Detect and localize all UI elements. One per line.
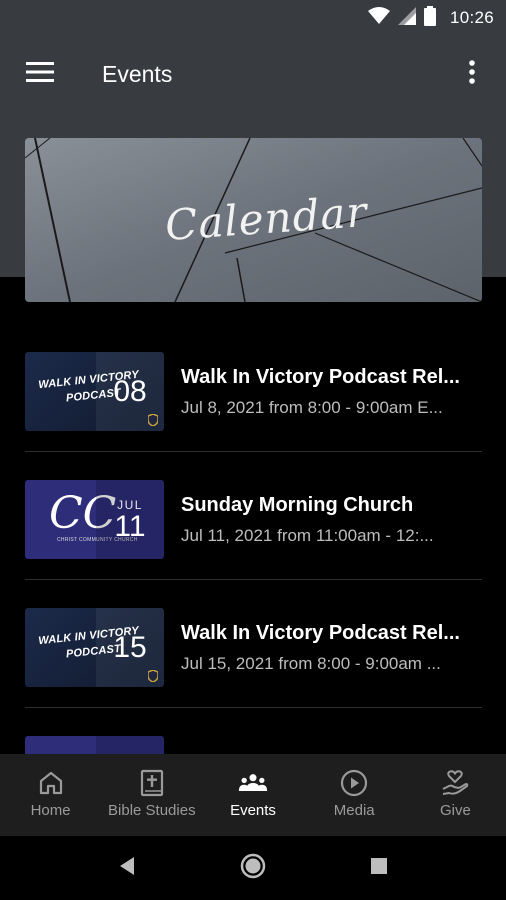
event-title: Walk In Victory Podcast Rel... <box>181 366 460 388</box>
event-title: Sunday Morning Church <box>181 494 414 516</box>
nav-label: Bible Studies <box>108 802 196 819</box>
home-icon <box>36 768 66 798</box>
nav-media[interactable]: Media <box>304 754 405 836</box>
event-date-time: Jul 8, 2021 from 8:00 - 9:00am E... <box>181 398 443 417</box>
nav-home[interactable]: Home <box>0 754 101 836</box>
status-bar: 10:26 <box>0 0 506 36</box>
back-triangle-icon <box>118 856 136 881</box>
wifi-icon <box>367 6 390 30</box>
date-badge <box>96 736 164 754</box>
nav-label: Events <box>230 802 276 819</box>
clock: 10:26 <box>449 8 494 27</box>
nav-events[interactable]: Events <box>202 754 303 836</box>
date-badge: JUL 11 <box>96 480 164 559</box>
nav-bible-studies[interactable]: Bible Studies <box>101 754 202 836</box>
system-navigation-bar <box>0 836 506 900</box>
more-vertical-icon <box>469 59 475 89</box>
recents-square-icon <box>370 857 388 880</box>
home-circle-icon <box>240 853 266 884</box>
event-text: Walk In Victory Podcast Rel... Jul 15, 2… <box>181 622 482 674</box>
event-item[interactable]: CC CHRIST COMMUNITY CHURCH JUL 11 Sunday… <box>25 452 482 580</box>
nav-give[interactable]: Give <box>405 754 506 836</box>
date-day: 15 <box>113 630 147 664</box>
event-title: Walk In Victory Podcast Rel... <box>181 622 460 644</box>
signal-icon <box>397 6 416 30</box>
bottom-navigation: Home Bible Studies Events Media Give <box>0 754 506 836</box>
nav-label: Media <box>333 802 375 819</box>
more-options-button[interactable] <box>452 52 492 96</box>
event-text: Sunday Morning Church Jul 11, 2021 from … <box>181 494 482 546</box>
event-thumbnail: WALK IN VICTORY PODCAST 08 <box>25 352 164 431</box>
recents-button[interactable] <box>316 840 442 896</box>
event-item[interactable]: WALK IN VICTORY PODCAST 08 Walk In Victo… <box>25 324 482 452</box>
date-day: 11 <box>114 509 146 543</box>
event-date-time: Jul 11, 2021 from 11:00am - 12:... <box>181 526 434 545</box>
app-bar: Events <box>0 40 506 108</box>
people-icon <box>238 768 268 798</box>
event-date-time: Jul 15, 2021 from 8:00 - 9:00am ... <box>181 654 441 673</box>
home-system-button[interactable] <box>190 840 316 896</box>
shield-icon <box>147 413 159 427</box>
event-item[interactable]: WALK IN VICTORY PODCAST 15 Walk In Victo… <box>25 580 482 708</box>
hamburger-menu-icon <box>26 61 54 87</box>
back-button[interactable] <box>64 840 190 896</box>
nav-label: Give <box>439 802 471 819</box>
give-hand-heart-icon <box>440 768 470 798</box>
menu-button[interactable] <box>0 40 80 108</box>
events-list: WALK IN VICTORY PODCAST 08 Walk In Victo… <box>0 324 506 754</box>
nav-label: Home <box>30 802 71 819</box>
date-day: 08 <box>113 374 147 408</box>
event-thumbnail: WALK IN VICTORY PODCAST 15 <box>25 608 164 687</box>
event-text: Walk In Victory Podcast Rel... Jul 8, 20… <box>181 366 482 418</box>
shield-icon <box>147 669 159 683</box>
battery-icon <box>423 5 436 31</box>
event-thumbnail: CC CHRIST COMMUNITY CHURCH JUL 11 <box>25 480 164 559</box>
calendar-banner: Calendar <box>25 138 482 302</box>
page-title: Events <box>102 60 173 87</box>
play-circle-icon <box>339 768 369 798</box>
event-thumbnail <box>25 736 164 754</box>
bible-icon <box>137 768 167 798</box>
event-item[interactable] <box>25 708 482 754</box>
